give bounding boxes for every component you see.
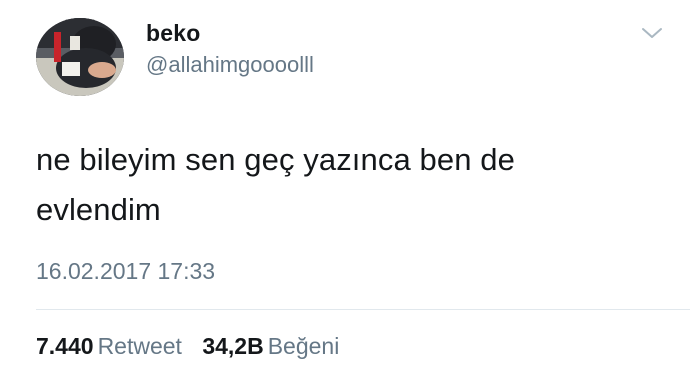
like-stat[interactable]: 34,2B Beğeni (202, 333, 339, 359)
divider (36, 309, 690, 310)
tweet-card: beko @allahimgoooolll ne bileyim sen geç… (0, 0, 690, 371)
tweet-timestamp[interactable]: 16.02.2017 17:33 (36, 258, 215, 285)
retweet-label: Retweet (97, 333, 182, 359)
avatar[interactable] (36, 18, 124, 96)
chevron-down-icon[interactable] (640, 24, 664, 42)
display-name[interactable]: beko (146, 20, 200, 47)
like-label: Beğeni (267, 333, 340, 359)
like-count: 34,2B (202, 333, 264, 359)
retweet-count: 7.440 (36, 333, 94, 359)
retweet-stat[interactable]: 7.440 Retweet (36, 333, 188, 359)
avatar-image (36, 18, 124, 96)
tweet-text: ne bileyim sen geç yazınca ben de evlend… (36, 142, 515, 227)
tweet-stats: 7.440 Retweet 34,2B Beğeni (36, 333, 339, 360)
user-handle[interactable]: @allahimgoooolll (146, 52, 314, 78)
